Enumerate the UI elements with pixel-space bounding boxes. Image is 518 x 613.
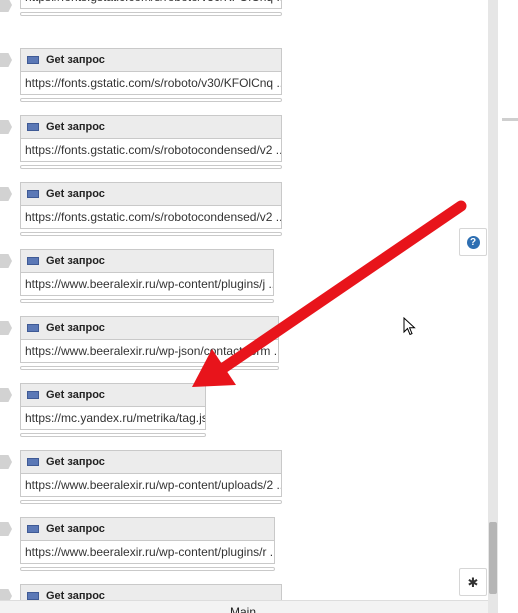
panel-divider xyxy=(502,118,518,121)
flow-canvas[interactable]: https://fonts.gstatic.com/s/roboto/v30/K… xyxy=(0,0,488,613)
right-panel xyxy=(498,0,518,613)
annotation-arrow xyxy=(192,200,467,387)
bottom-tab-bar: Main xyxy=(0,600,488,613)
tab-main[interactable]: Main xyxy=(230,605,256,613)
scrollbar-thumb[interactable] xyxy=(489,522,497,594)
